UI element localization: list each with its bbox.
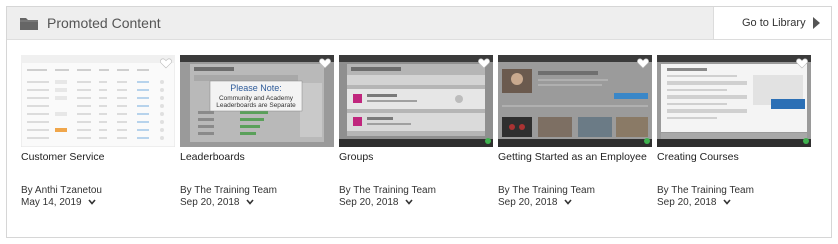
card-author: By The Training Team [339, 185, 436, 196]
card-title[interactable]: Customer Service [21, 151, 175, 163]
card-thumbnail [498, 55, 652, 147]
content-card[interactable]: Groups By The Training Team Sep 20, 2018 [339, 55, 493, 235]
card-thumbnail [339, 55, 493, 147]
card-title[interactable]: Creating Courses [657, 151, 811, 163]
card-title[interactable]: Getting Started as an Employee [498, 151, 652, 163]
card-date-row: May 14, 2019 [21, 197, 96, 208]
heart-icon[interactable] [796, 58, 808, 69]
thumb-note-line1: Community and Academy [219, 95, 294, 102]
chevron-down-icon[interactable] [564, 199, 572, 206]
card-author: By Anthi Tzanetou [21, 185, 102, 196]
card-title[interactable]: Leaderboards [180, 151, 334, 163]
content-card[interactable]: Creating Courses By The Training Team Se… [657, 55, 811, 235]
heart-icon[interactable] [319, 58, 331, 69]
card-thumbnail [21, 55, 175, 147]
content-card[interactable]: Getting Started as an Employee By The Tr… [498, 55, 652, 235]
content-card[interactable]: Please Note: Community and Academy Leade… [180, 55, 334, 235]
card-date: Sep 20, 2018 [180, 197, 240, 208]
card-title[interactable]: Groups [339, 151, 493, 163]
heart-icon[interactable] [478, 58, 490, 69]
card-date-row: Sep 20, 2018 [180, 197, 254, 208]
thumb-note-line2: Leaderboards are Separate [216, 102, 296, 109]
panel-header: Promoted Content Go to Library [7, 7, 831, 40]
heart-icon[interactable] [637, 58, 649, 69]
chevron-down-icon[interactable] [88, 199, 96, 206]
content-card[interactable]: Customer Service By Anthi Tzanetou May 1… [21, 55, 175, 235]
chevron-down-icon[interactable] [723, 199, 731, 206]
card-date: Sep 20, 2018 [339, 197, 399, 208]
card-author: By The Training Team [180, 185, 277, 196]
card-author: By The Training Team [498, 185, 595, 196]
card-thumbnail [657, 55, 811, 147]
thumb-note-heading: Please Note: [230, 83, 282, 93]
promoted-content-panel: Promoted Content Go to Library Customer … [6, 6, 832, 238]
card-date: Sep 20, 2018 [657, 197, 717, 208]
card-date: Sep 20, 2018 [498, 197, 558, 208]
go-to-library-label: Go to Library [742, 17, 806, 29]
card-date: May 14, 2019 [21, 197, 82, 208]
chevron-down-icon[interactable] [405, 199, 413, 206]
panel-title: Promoted Content [47, 15, 161, 31]
card-date-row: Sep 20, 2018 [657, 197, 731, 208]
card-date-row: Sep 20, 2018 [339, 197, 413, 208]
go-to-library-button[interactable]: Go to Library [713, 7, 831, 40]
card-author: By The Training Team [657, 185, 754, 196]
folder-icon [20, 18, 38, 30]
arrow-right-icon [813, 17, 820, 29]
card-date-row: Sep 20, 2018 [498, 197, 572, 208]
card-thumbnail: Please Note: Community and Academy Leade… [180, 55, 334, 147]
heart-icon[interactable] [160, 58, 172, 69]
chevron-down-icon[interactable] [246, 199, 254, 206]
